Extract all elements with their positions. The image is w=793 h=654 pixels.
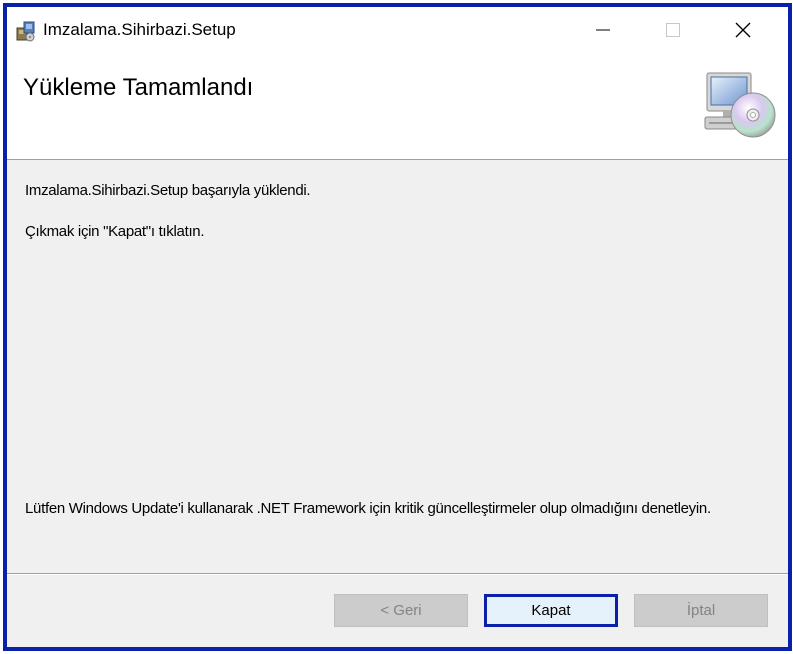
close-button[interactable]: Kapat (484, 594, 618, 627)
wizard-header: Yükleme Tamamlandı (7, 52, 788, 160)
installer-app-icon (15, 20, 37, 42)
installer-window: Imzalama.Sihirbazi.Setup Yükleme Tamamla… (3, 3, 792, 651)
footer-divider (7, 573, 788, 575)
instruction-text: Çıkmak için "Kapat"ı tıklatın. (25, 223, 205, 240)
success-message: Imzalama.Sihirbazi.Setup başarıyla yükle… (25, 182, 311, 199)
window-title: Imzalama.Sihirbazi.Setup (43, 20, 236, 39)
maximize-button[interactable] (650, 7, 696, 52)
maximize-icon (666, 22, 680, 37)
cancel-button[interactable]: İptal (634, 594, 768, 627)
minimize-icon (596, 29, 610, 30)
back-button[interactable]: < Geri (334, 594, 468, 627)
update-note: Lütfen Windows Update'i kullanarak .NET … (25, 500, 711, 517)
computer-cd-icon (701, 69, 779, 141)
title-bar[interactable]: Imzalama.Sihirbazi.Setup (7, 7, 788, 52)
minimize-button[interactable] (580, 7, 626, 52)
close-icon (735, 22, 751, 37)
page-title: Yükleme Tamamlandı (23, 74, 254, 101)
close-window-button[interactable] (720, 7, 766, 52)
